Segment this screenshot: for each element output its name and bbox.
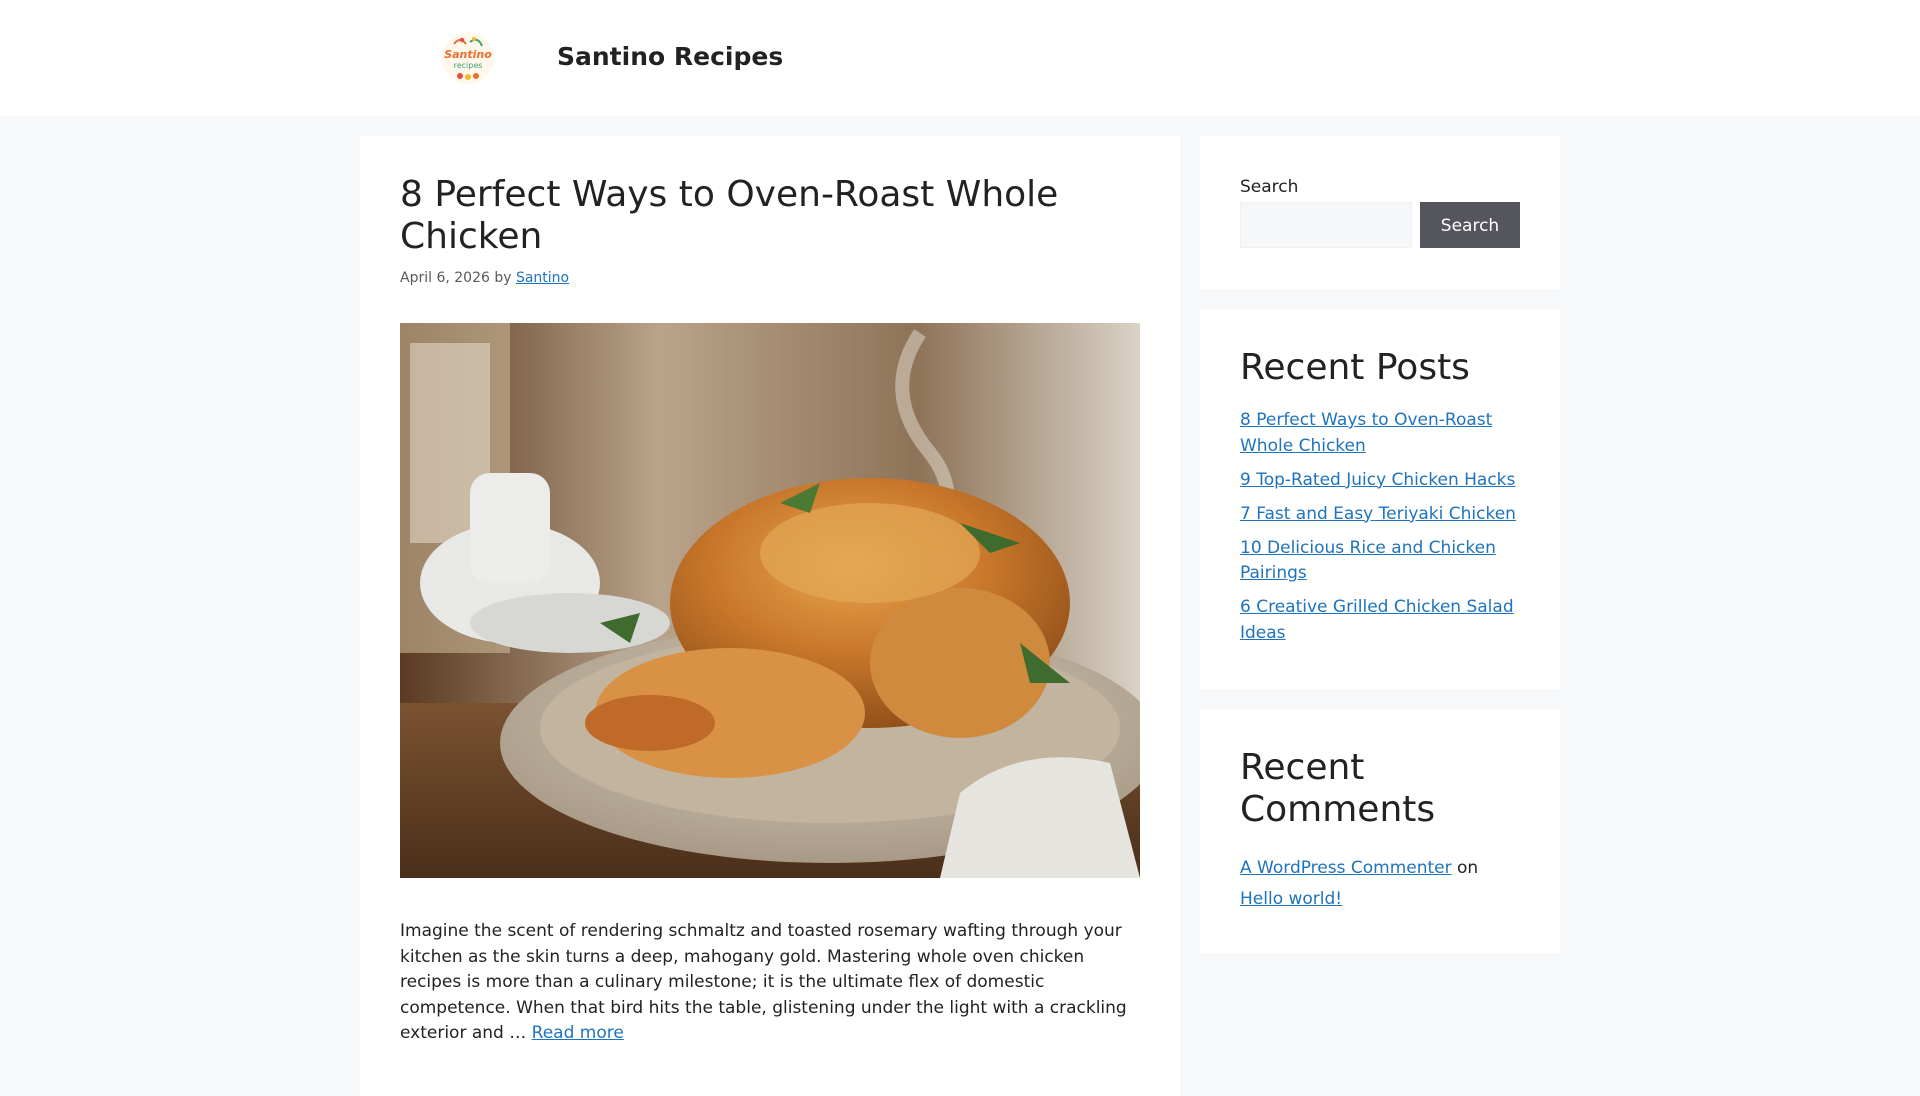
recent-post-link[interactable]: 9 Top-Rated Juicy Chicken Hacks bbox=[1240, 470, 1515, 490]
recent-comments-heading: Recent Comments bbox=[1240, 747, 1436, 830]
recent-post-link[interactable]: 6 Creative Grilled Chicken Salad Ideas bbox=[1240, 597, 1514, 643]
post-date: April 6, 2026 bbox=[400, 270, 490, 286]
post-card: 8 Perfect Ways to Oven-Roast Whole Chick… bbox=[360, 136, 1180, 1096]
recent-comments-widget: Recent Comments A WordPress Commenter on… bbox=[1200, 709, 1560, 953]
recent-posts-heading: Recent Posts bbox=[1240, 347, 1470, 388]
commenter-link[interactable]: A WordPress Commenter bbox=[1240, 858, 1452, 878]
post-meta: April 6, 2026 by Santino bbox=[400, 269, 569, 287]
recent-posts-list: 8 Perfect Ways to Oven-Roast Whole Chick… bbox=[1240, 408, 1530, 655]
recent-post-link[interactable]: 7 Fast and Easy Teriyaki Chicken bbox=[1240, 504, 1516, 524]
featured-image[interactable] bbox=[400, 323, 1140, 878]
list-item: 6 Creative Grilled Chicken Salad Ideas bbox=[1240, 595, 1530, 646]
svg-text:recipes: recipes bbox=[454, 61, 483, 70]
list-item: 7 Fast and Easy Teriyaki Chicken bbox=[1240, 502, 1530, 528]
recent-posts-widget: Recent Posts 8 Perfect Ways to Oven-Roas… bbox=[1200, 309, 1560, 689]
list-item: 8 Perfect Ways to Oven-Roast Whole Chick… bbox=[1240, 408, 1530, 459]
logo-icon: Santino recipes bbox=[442, 32, 494, 84]
search-button[interactable]: Search bbox=[1420, 202, 1520, 248]
post-excerpt-text: Imagine the scent of rendering schmaltz … bbox=[400, 921, 1127, 1043]
list-item: 10 Delicious Rice and Chicken Pairings bbox=[1240, 536, 1530, 587]
search-input[interactable] bbox=[1240, 202, 1412, 248]
post-author-link[interactable]: Santino bbox=[516, 270, 569, 286]
comment-item: A WordPress Commenter on Hello world! bbox=[1240, 853, 1530, 915]
site-title[interactable]: Santino Recipes bbox=[557, 40, 783, 74]
list-item: 9 Top-Rated Juicy Chicken Hacks bbox=[1240, 468, 1530, 494]
site-header: Santino recipes Santino Recipes bbox=[0, 0, 1920, 116]
site-logo[interactable]: Santino recipes bbox=[440, 30, 496, 86]
recent-post-link[interactable]: 8 Perfect Ways to Oven-Roast Whole Chick… bbox=[1240, 410, 1492, 456]
comment-post-link[interactable]: Hello world! bbox=[1240, 889, 1342, 909]
svg-text:Santino: Santino bbox=[444, 48, 492, 61]
comment-on-label: on bbox=[1457, 858, 1479, 878]
post-excerpt: Imagine the scent of rendering schmaltz … bbox=[400, 919, 1140, 1047]
read-more-link[interactable]: Read more bbox=[532, 1023, 624, 1043]
post-by-label: by bbox=[494, 270, 512, 286]
search-widget: Search Search bbox=[1200, 136, 1560, 289]
recent-post-link[interactable]: 10 Delicious Rice and Chicken Pairings bbox=[1240, 538, 1496, 584]
post-title[interactable]: 8 Perfect Ways to Oven-Roast Whole Chick… bbox=[400, 174, 1140, 258]
search-label: Search bbox=[1240, 177, 1299, 197]
